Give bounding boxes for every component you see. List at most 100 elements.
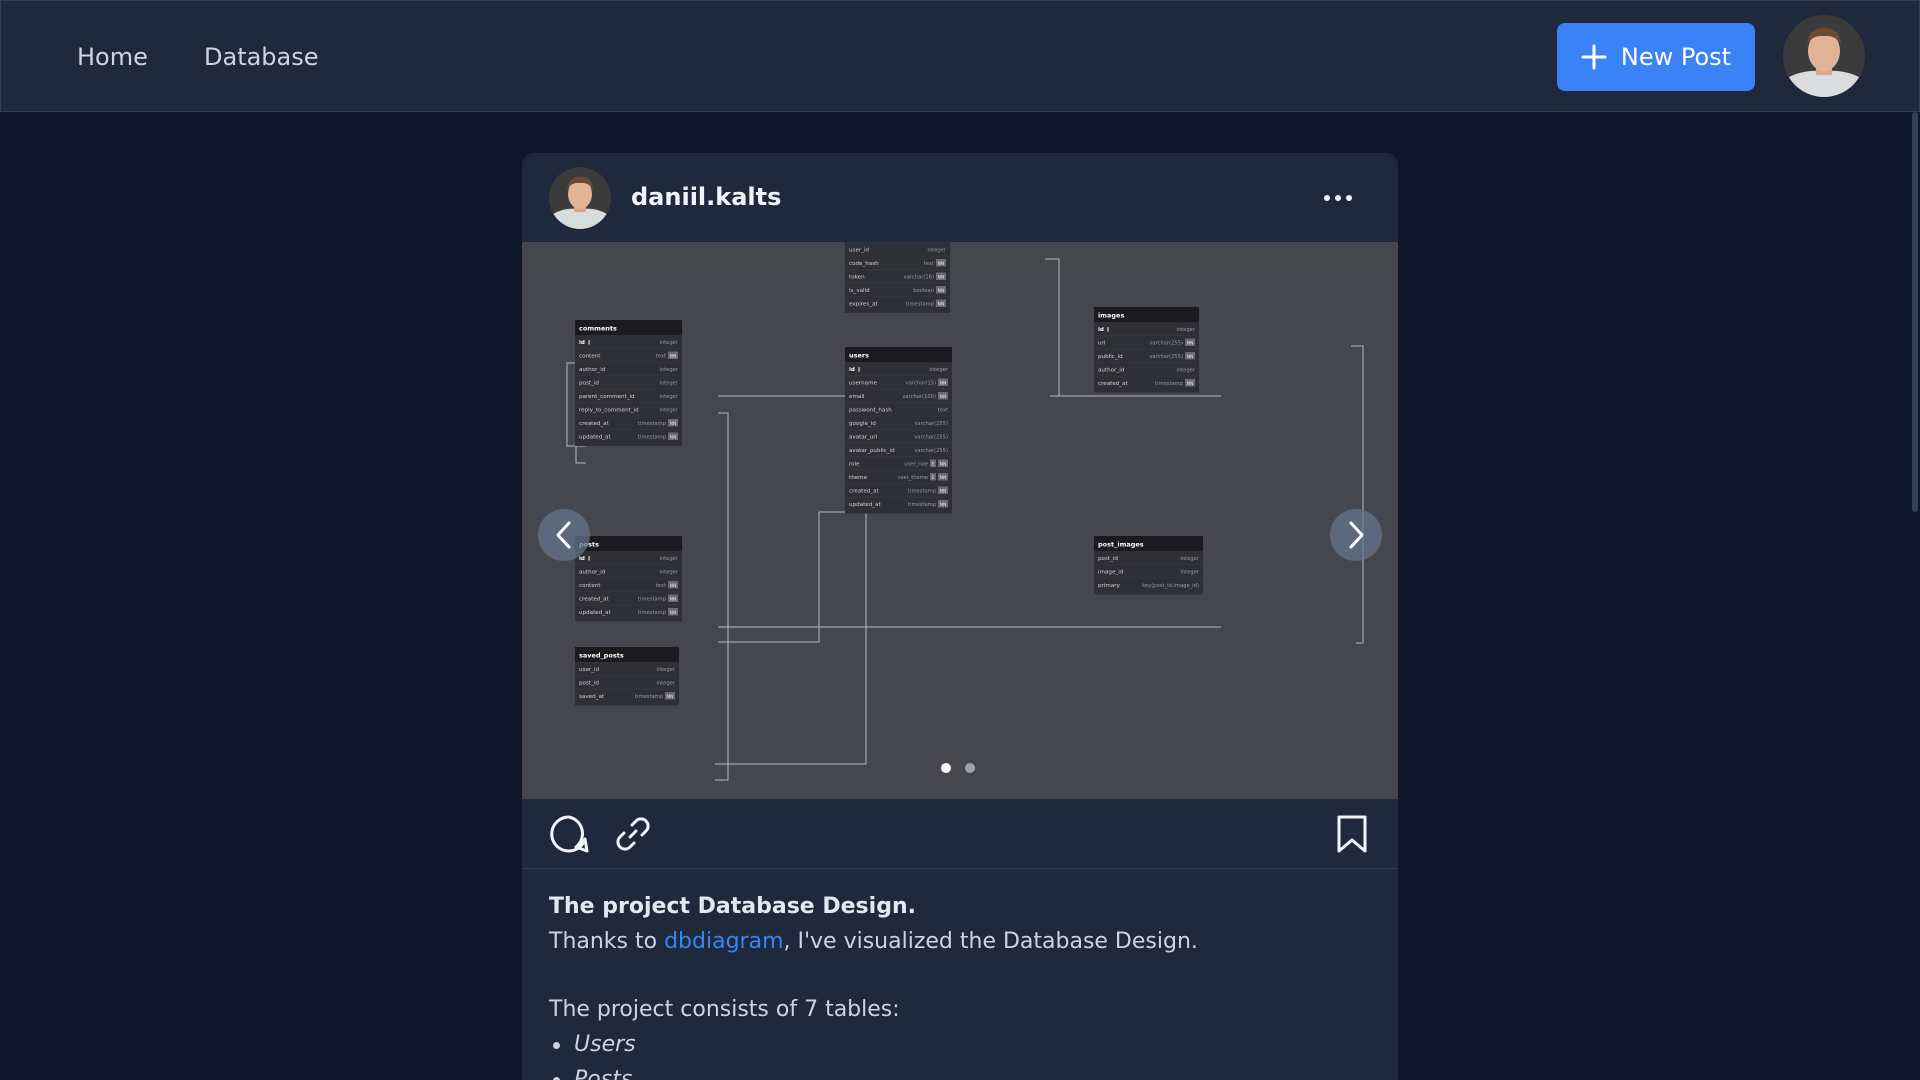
diagram-column-type: varchar(255) bbox=[914, 435, 948, 441]
diagram-column-type: integer bbox=[929, 367, 948, 373]
caption-line: Thanks to dbdiagram, I've visualized the… bbox=[549, 924, 1369, 959]
diagram-column-type: text bbox=[656, 354, 666, 360]
diagram-column-type: integer bbox=[659, 394, 678, 400]
diagram-nn-badge: NN bbox=[938, 301, 945, 307]
diagram-column-name: created_at bbox=[579, 421, 610, 427]
diagram-column-name: created_at bbox=[579, 597, 610, 603]
diagram-column-name: created_at bbox=[1098, 381, 1129, 387]
diagram-column-type: text bbox=[656, 583, 666, 589]
diagram-column-type: integer bbox=[659, 556, 678, 562]
list-item: Users bbox=[549, 1027, 1369, 1062]
carousel-dot-2[interactable] bbox=[965, 763, 975, 773]
diagram-column-type: integer bbox=[1180, 570, 1199, 576]
diagram-column-name: id ⚷ bbox=[579, 340, 591, 346]
diagram-column-name: role bbox=[849, 462, 860, 468]
caption-line-prefix: Thanks to bbox=[549, 929, 665, 954]
diagram-column-type: integer bbox=[1180, 556, 1199, 562]
diagram-table-saved_posts: saved_postsuser_id integerpost_id integers… bbox=[575, 647, 679, 706]
page-scrollbar[interactable] bbox=[1910, 112, 1920, 1080]
diagram-column-type: integer bbox=[659, 381, 678, 387]
diagram-nn-badge: NN bbox=[938, 274, 945, 280]
diagram-column-type: timestamp bbox=[1155, 381, 1184, 387]
diagram-column-type: varchar(15) bbox=[906, 381, 936, 387]
diagram-nn-badge: NN bbox=[940, 380, 947, 386]
diagram-column-name: avatar_url bbox=[849, 435, 878, 441]
diagram-nn-badge: NN bbox=[1187, 381, 1194, 387]
diagram-nn-badge: NN bbox=[670, 610, 677, 616]
diagram-column-name: google_id bbox=[849, 421, 876, 427]
carousel-next-button[interactable] bbox=[1330, 509, 1382, 561]
diagram-column-name: expires_at bbox=[849, 302, 879, 308]
comment-icon[interactable] bbox=[549, 814, 589, 854]
carousel-prev-button[interactable] bbox=[538, 509, 590, 561]
diagram-nn-badge: NN bbox=[1187, 340, 1194, 346]
diagram-column-type: user_theme bbox=[897, 475, 928, 481]
chevron-right-icon bbox=[1349, 521, 1364, 549]
caption-tables-intro: The project consists of 7 tables: bbox=[549, 997, 900, 1022]
diagram-column-name: password_hash bbox=[849, 408, 892, 414]
diagram-column-type: text bbox=[938, 408, 948, 414]
carousel-dot-1[interactable] bbox=[941, 763, 951, 773]
diagram-column-type: integer bbox=[659, 340, 678, 346]
diagram-table-posts: postsid ⚷ integerauthor_id integercontent N… bbox=[575, 536, 682, 622]
diagram-nn-badge: NN bbox=[1187, 354, 1194, 360]
post-header: daniil.kalts bbox=[522, 153, 1398, 242]
diagram-column-name: reply_to_comment_id bbox=[579, 408, 639, 414]
diagram-column-name: token bbox=[849, 275, 865, 281]
diagram-column-type: varchar(255) bbox=[914, 421, 948, 427]
diagram-column-name: primary bbox=[1098, 583, 1121, 589]
diagram-table-name: saved_posts bbox=[579, 652, 624, 660]
diagram-column-name: url bbox=[1098, 341, 1106, 347]
bookmark-icon[interactable] bbox=[1332, 814, 1372, 854]
caption-title: The project Database Design. bbox=[549, 894, 916, 919]
diagram-column-name: author_id bbox=[579, 367, 606, 373]
author-username[interactable]: daniil.kalts bbox=[631, 179, 781, 215]
diagram-column-name: updated_at bbox=[849, 502, 881, 508]
plus-icon bbox=[1581, 44, 1607, 70]
nav-database-link[interactable]: Database bbox=[204, 37, 319, 77]
diagram-column-name: post_id bbox=[579, 381, 599, 387]
diagram-column-name: updated_at bbox=[579, 435, 611, 441]
diagram-column-type: integer bbox=[659, 367, 678, 373]
diagram-column-type: integer bbox=[1176, 327, 1195, 333]
diagram-enum-badge: E bbox=[932, 461, 935, 467]
image-carousel[interactable]: id ⚷integeruser_idintegercode_hashNNtext… bbox=[522, 242, 1398, 799]
diagram-column-name: id ⚷ bbox=[579, 556, 591, 562]
diagram-nn-badge: NN bbox=[667, 694, 674, 700]
diagram-column-type: timestamp bbox=[638, 610, 667, 616]
new-post-label: New Post bbox=[1620, 43, 1732, 71]
top-navigation-bar: Home Database New Post bbox=[0, 0, 1920, 112]
more-options-button[interactable] bbox=[1318, 180, 1358, 216]
diagram-column-type: timestamp bbox=[638, 597, 667, 603]
diagram-column-type: integer bbox=[1176, 368, 1195, 374]
diagram-nn-badge: NN bbox=[670, 421, 677, 427]
diagram-column-type: integer bbox=[659, 570, 678, 576]
diagram-column-type: timestamp bbox=[638, 421, 667, 427]
diagram-column-type: varchar(255) bbox=[1149, 354, 1183, 360]
dbdiagram-link[interactable]: dbdiagram bbox=[664, 929, 783, 954]
scrollbar-thumb[interactable] bbox=[1912, 112, 1918, 512]
diagram-column-type: integer bbox=[656, 667, 675, 673]
diagram-column-name: image_id bbox=[1098, 570, 1124, 576]
diagram-nn-badge: NN bbox=[938, 261, 945, 267]
diagram-table-images: images id ⚷ integer url NN varchar(255) public… bbox=[1094, 307, 1199, 393]
diagram-column-name: created_at bbox=[849, 489, 880, 495]
diagram-column-type: user_role bbox=[904, 462, 928, 468]
nav-home-link[interactable]: Home bbox=[77, 37, 148, 77]
post-card: daniil.kalts user_id integer code_hash N… bbox=[522, 153, 1398, 1080]
diagram-column-name: post_id bbox=[579, 681, 599, 687]
diagram-enum-badge: E bbox=[932, 475, 935, 481]
new-post-button[interactable]: New Post bbox=[1557, 23, 1755, 91]
diagram-column-type: integer bbox=[659, 408, 678, 414]
diagram-column-type: varchar(255) bbox=[1149, 341, 1183, 347]
diagram-nn-badge: NN bbox=[938, 288, 945, 294]
diagram-column-type: timestamp bbox=[906, 302, 935, 308]
link-icon[interactable] bbox=[613, 814, 653, 854]
diagram-column-type: integer bbox=[656, 681, 675, 687]
diagram-column-type: varchar(16) bbox=[904, 275, 934, 281]
diagram-column-name: public_id bbox=[1098, 354, 1123, 360]
user-avatar[interactable] bbox=[1783, 15, 1865, 97]
author-avatar[interactable] bbox=[549, 167, 611, 229]
diagram-column-name: saved_at bbox=[579, 694, 605, 700]
diagram-column-name: username bbox=[849, 381, 878, 387]
